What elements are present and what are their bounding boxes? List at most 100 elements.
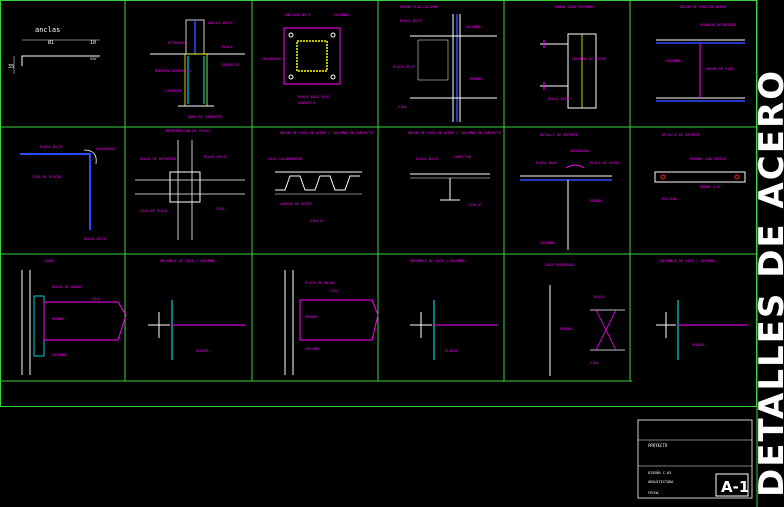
label-c6-2: PLANCHA REFORZADA [700, 23, 737, 27]
label-c4-1: UNION VIGA COLUMNA [400, 5, 439, 9]
label-c4-5: PERNOS [470, 77, 483, 81]
dim-tag: var [90, 56, 98, 61]
detail-base-plate-plan: ANCLAJE Ø3/4" COLUMNA SOLDADURA PLACA BA… [262, 12, 350, 105]
heading-r3c5: VIGA REFORZADA [545, 263, 575, 267]
label-c4-2: PLACA Ø3/4" [400, 18, 423, 23]
title-line1: DISEÑO C-03 [648, 470, 671, 475]
label-c4-4: PLACA Ø3/4" [393, 64, 416, 69]
heading-r2c5: DETALLE DE SOPORTE [540, 133, 578, 137]
label-c6-1: UNION DE VIGA DE ACERO [680, 5, 726, 9]
label-c6-4: UNION DE VIGA [706, 67, 734, 71]
cad-drawing: anclas Ø1 10 35 var ANCLAS Ø3/4" PLACA E… [0, 0, 784, 507]
dim-right: 10 [90, 40, 96, 46]
heading-r3c6: ENSAMBLE DE VIGA / COLUMNA [660, 259, 716, 263]
label-r3c1-2: PERNOS [52, 317, 65, 321]
label-r2c3-2: LAMINA DE ACERO [280, 202, 312, 206]
label-r2c1-1: PLACA Ø3/4" [40, 144, 63, 149]
label-c2-7: DADO DE CONCRETO [188, 115, 222, 119]
label-r2c5-3: PLACA DE ACERO [590, 161, 620, 165]
detail-beam-intersection: INTERSECCION DE VIGAS PLACA DE REFUERZO … [135, 129, 245, 240]
label-r2c2-4: VIGA [216, 207, 225, 211]
label-r3c5-3: VIGA [590, 361, 599, 365]
detail-support-2: DETALLE DE SOPORTE PERNOS CON TUERCA PLA… [654, 133, 746, 201]
label-c3-4: PLACA BASE 3/4" [298, 95, 330, 99]
detail-support-1: DETALLE DE SOPORTE SOLDADURA PLACA BASE … [520, 133, 620, 250]
heading-r3c4: ENSAMBLE DE VIGA / COLUMNA [410, 259, 466, 263]
label-r2c4-1: PLACA Ø3/4" [416, 156, 439, 161]
label-r2c3-3: VIGA W [310, 219, 324, 223]
label-c6-3: COLUMNA [666, 59, 682, 63]
label-r3c5-2: PERNOS [560, 327, 573, 331]
label-r3c3-3: COLUMNA [305, 347, 321, 351]
title-line3: FECHA [648, 491, 659, 495]
detail-beam-column-2: UNION VIGA COLUMNA COLUMNA DE ACERO PLAC… [540, 5, 606, 109]
detail-beam-splice: UNION DE VIGA DE ACERO PLANCHA REFORZADA… [656, 5, 745, 102]
drawing-sheet: anclas Ø1 10 35 var ANCLAS Ø3/4" PLACA E… [0, 0, 784, 507]
label-r2c5-5: COLUMNA [540, 241, 556, 245]
detail-base-section: ANCLAS Ø3/4" PLACA ESTRIBOS CONCRETO MOR… [150, 19, 245, 119]
label-c3-1: ANCLAJE Ø3/4" [285, 12, 312, 17]
anchor-title: anclas [35, 26, 60, 34]
detail-reinforced-beam: VIGA REFORZADA PLACA PERNOS VIGA [545, 263, 625, 376]
label-r2c6-3: PERNO 3/4" [700, 185, 721, 189]
sheet-grid [0, 0, 758, 507]
dim-left: Ø1 [48, 39, 54, 46]
label-c2-1: ANCLAS Ø3/4" [208, 20, 233, 25]
label-r2c5-1: SOLDADURA [570, 149, 590, 153]
label-c2-6: CIMIENTO [165, 89, 182, 93]
label-r3c1-4: VIGA [92, 297, 101, 301]
label-c2-4: CONCRETO [222, 63, 239, 67]
label-c5-2: COLUMNA DE ACERO [572, 57, 606, 61]
label-r3c1-1: PLACA DE UNION [52, 285, 82, 289]
detail-composite-deck: UNION DE VIGA DE ACERO Y COLUMNA DE CONC… [268, 131, 373, 223]
detail-corner-weld: PLACA Ø3/4" SOLDADURA VIGA DE PLACAS PLA… [20, 144, 116, 241]
label-c3-3: SOLDADURA [262, 57, 282, 61]
label-c4-3: COLUMNA [466, 25, 482, 29]
dim-side: 35 [8, 64, 14, 70]
detail-beam-deck: UNION DE VIGA DE ACERO Y COLUMNA DE CONC… [408, 131, 501, 207]
label-r2c2-3: VIGA DE PLACA [140, 209, 168, 213]
label-r2c1-4: PLACA Ø3/4" [84, 236, 107, 241]
label-r2c4-3: VIGA W [468, 203, 482, 207]
detail-beam-column-1: UNION VIGA COLUMNA PLACA Ø3/4" COLUMNA P… [393, 5, 497, 122]
label-r2c6-2: PLATINA [662, 197, 678, 201]
detail-axon-connection: AXON PLACA DE UNION PERNOS COLUMNA VIGA [21, 259, 127, 375]
heading-r2c4: UNION DE VIGA DE ACERO Y COLUMNA DE CONC… [408, 131, 501, 135]
label-r2c4-2: CONECTOR [454, 155, 472, 159]
label-r3c3-1: PLACA DE UNION [305, 281, 335, 285]
detail-plan-connection-1: ENSAMBLE DE VIGA / COLUMNA PLANTA [148, 259, 246, 360]
label-c2-2: PLACA [222, 45, 233, 49]
label-c4-6: VIGA [398, 105, 407, 109]
label-r2c1-3: VIGA DE PLACAS [32, 175, 62, 179]
detail-anchor-angle: anclas Ø1 10 35 var [8, 26, 100, 74]
label-r2c1-2: SOLDADURA [96, 147, 116, 151]
title-line2: ARQUITECTURA [648, 480, 674, 484]
label-r3c4-1: PLANTA [445, 349, 459, 353]
label-c5-1: UNION VIGA COLUMNA [555, 5, 594, 9]
sheet-number: A-1 [721, 478, 749, 496]
title-block: PROYECTO DISEÑO C-03 ARQUITECTURA FECHA … [637, 419, 753, 499]
label-r3c1-3: COLUMNA [52, 353, 68, 357]
label-c2-3: ESTRIBOS [168, 41, 185, 45]
label-r3c3-2: PERNOS [305, 315, 318, 319]
label-r3c5-1: PLACA [594, 295, 605, 299]
vertical-title: DETALLES DE ACERO [752, 69, 784, 497]
heading-r2c3: UNION DE VIGA DE ACERO Y COLUMNA DE CONC… [280, 131, 373, 135]
label-c5-3: PLACA Ø3/4" [548, 96, 571, 101]
label-r3c6-1: PLANTA [692, 343, 706, 347]
vertical-title-group: DETALLES DE ACERO [752, 69, 784, 497]
label-r2c3-1: LOSA COLABORANTE [268, 157, 302, 161]
project-label: PROYECTO [648, 443, 668, 448]
label-c3-2: COLUMNA [334, 13, 350, 17]
label-r2c2-1: PLACA DE REFUERZO [140, 157, 176, 161]
label-r3c3-4: VIGA [330, 289, 339, 293]
detail-plan-connection-3: ENSAMBLE DE VIGA / COLUMNA PLANTA [656, 259, 748, 360]
label-r2c5-4: PERNOS [590, 199, 603, 203]
detail-axon-connection-2: PLACA DE UNION PERNOS COLUMNA VIGA [284, 270, 379, 375]
label-r2c2-2: PLACA Ø3/4" [204, 154, 227, 159]
label-r2c5-2: PLACA BASE [536, 161, 557, 165]
label-c3-5: CONCRETO [298, 101, 315, 105]
heading-r3c2: ENSAMBLE DE VIGA / COLUMNA [160, 259, 216, 263]
label-r3c2-1: PLANTA [196, 349, 210, 353]
label-r2c6-1: PERNOS CON TUERCA [690, 157, 727, 161]
